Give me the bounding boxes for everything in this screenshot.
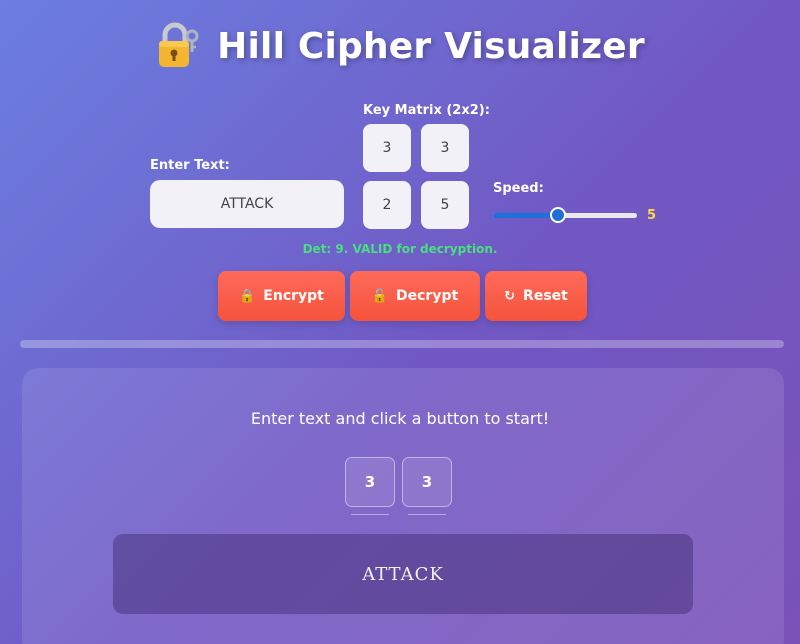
matrix-cell-01[interactable] bbox=[421, 124, 469, 172]
app-header: Hill Cipher Visualizer bbox=[0, 22, 800, 70]
matrix-cell-11[interactable] bbox=[421, 181, 469, 229]
lock-icon: 🔒 bbox=[239, 288, 256, 304]
matrix-label: Key Matrix (2x2): bbox=[363, 103, 490, 118]
decrypt-button[interactable]: 🔓 Decrypt bbox=[350, 271, 480, 321]
visual-matrix-cell-row2 bbox=[351, 514, 389, 518]
output-text-box: ATTACK bbox=[113, 534, 693, 614]
refresh-icon: ↻ bbox=[504, 288, 516, 304]
visual-matrix-cell: 3 bbox=[402, 457, 452, 507]
speed-slider[interactable] bbox=[493, 207, 637, 223]
matrix-cell-00[interactable] bbox=[363, 124, 411, 172]
unlock-icon: 🔓 bbox=[371, 288, 388, 304]
reset-button[interactable]: ↻ Reset bbox=[485, 271, 587, 321]
encrypt-button[interactable]: 🔒 Encrypt bbox=[218, 271, 345, 321]
reset-label: Reset bbox=[523, 288, 568, 304]
speed-slider-fill bbox=[493, 213, 558, 218]
speed-label: Speed: bbox=[493, 181, 544, 196]
matrix-cell-10[interactable] bbox=[363, 181, 411, 229]
encrypt-label: Encrypt bbox=[263, 288, 324, 304]
determinant-message: Det: 9. VALID for decryption. bbox=[302, 242, 498, 256]
visual-matrix-cell-row2 bbox=[408, 514, 446, 518]
text-label: Enter Text: bbox=[150, 158, 230, 173]
page-title: Hill Cipher Visualizer bbox=[217, 25, 645, 67]
speed-value: 5 bbox=[647, 208, 657, 223]
text-input[interactable] bbox=[150, 180, 344, 228]
lock-with-key-icon bbox=[159, 22, 199, 67]
status-message: Enter text and click a button to start! bbox=[250, 409, 550, 428]
visual-matrix-cell: 3 bbox=[345, 457, 395, 507]
section-divider bbox=[20, 340, 784, 348]
decrypt-label: Decrypt bbox=[396, 288, 459, 304]
speed-slider-thumb[interactable] bbox=[549, 207, 566, 223]
